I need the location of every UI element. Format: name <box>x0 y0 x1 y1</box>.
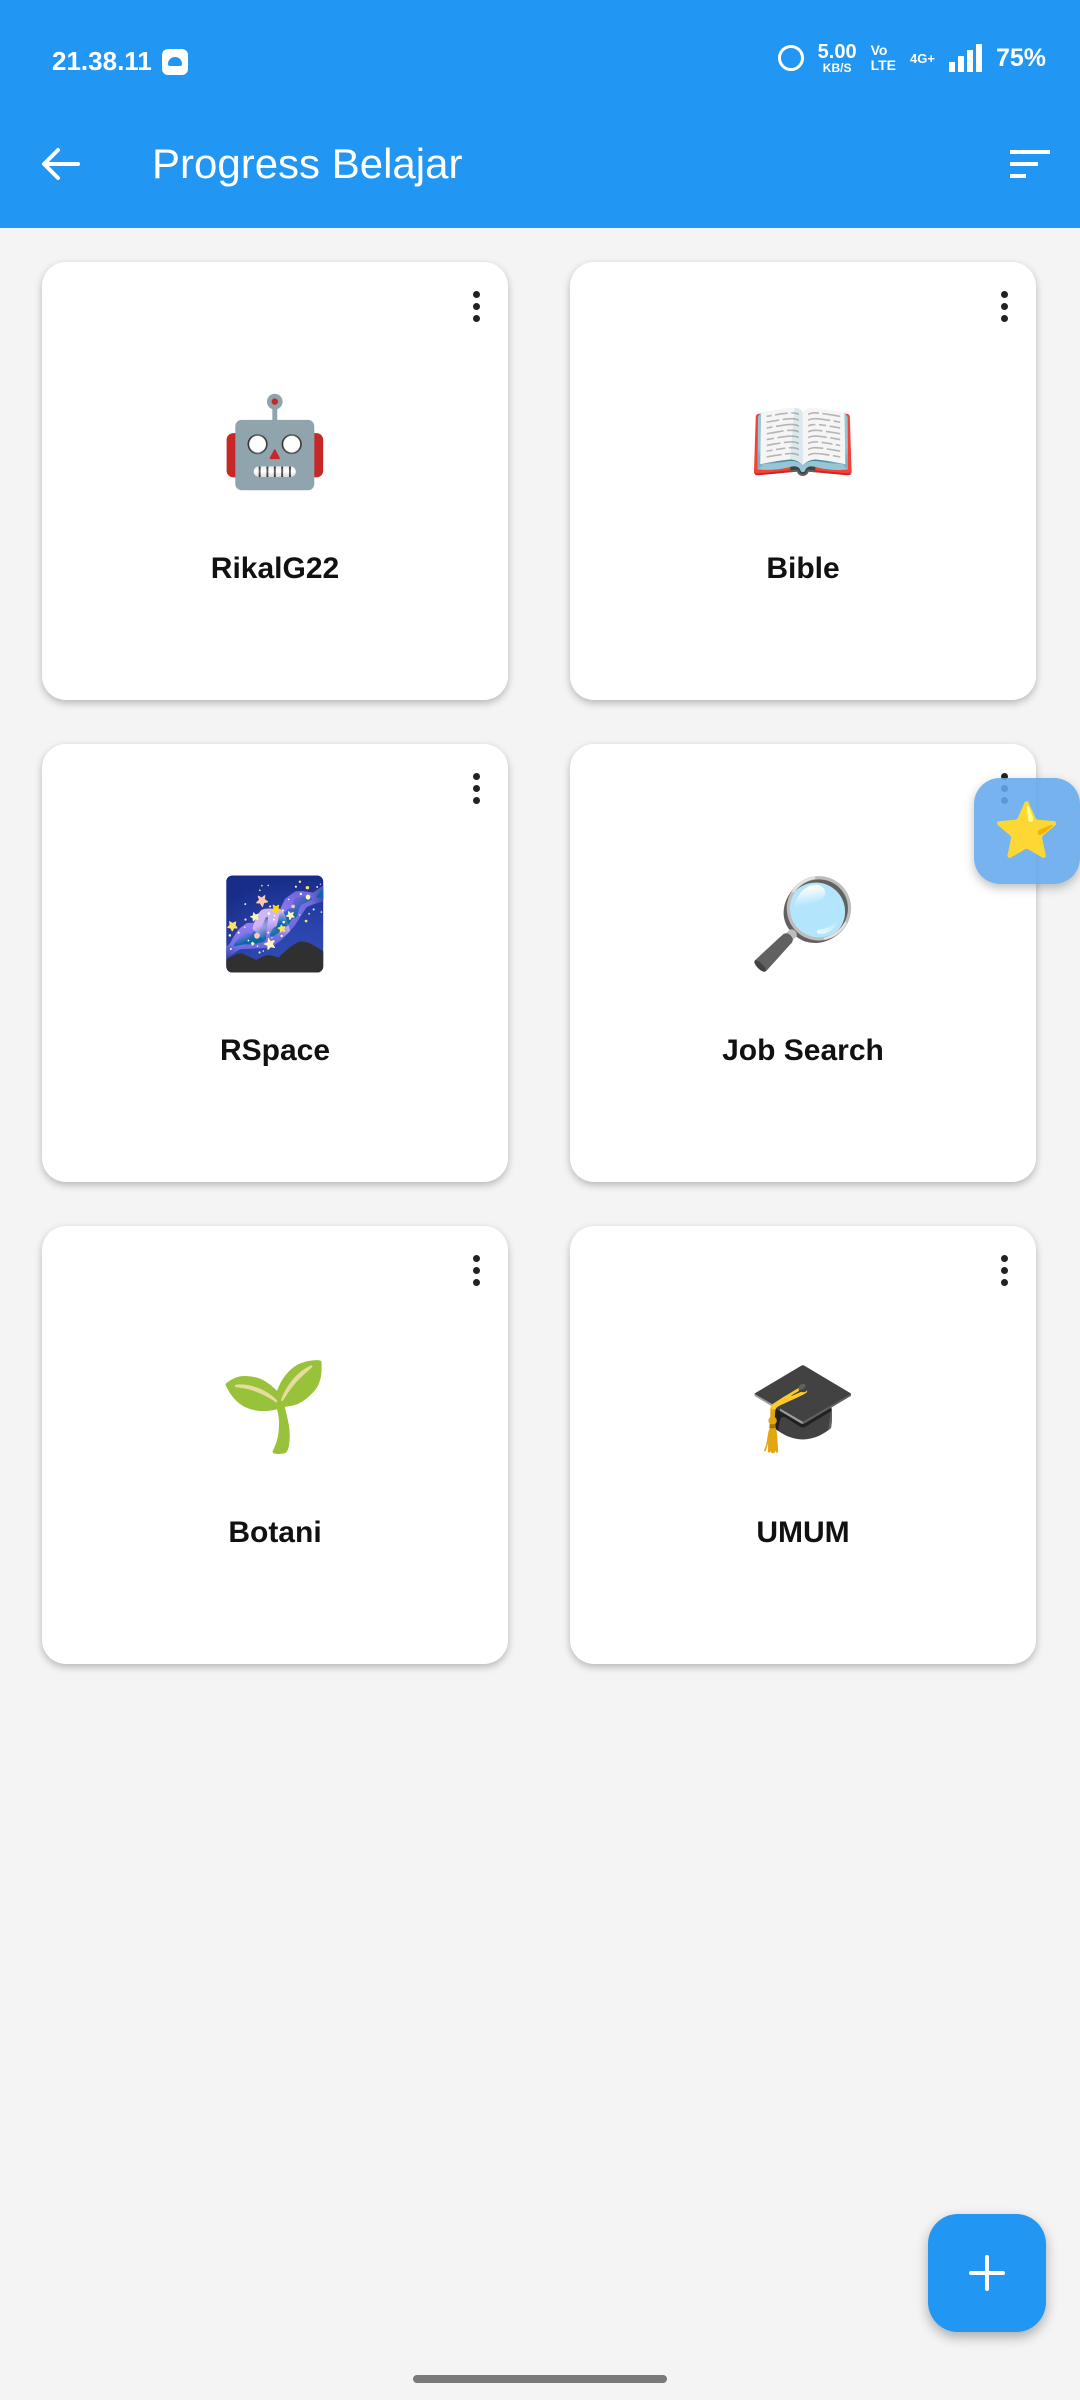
gesture-nav-handle[interactable] <box>413 2375 667 2383</box>
category-card[interactable]: 🌌 RSpace <box>42 744 508 1182</box>
open-book-icon: 📖 <box>748 392 858 491</box>
graduation-cap-icon: 🎓 <box>748 1356 858 1455</box>
more-vert-icon[interactable] <box>984 284 1024 328</box>
category-card[interactable]: 📖 Bible <box>570 262 1036 700</box>
seedling-icon: 🌱 <box>220 1356 330 1455</box>
add-button[interactable] <box>928 2214 1046 2332</box>
sort-icon[interactable] <box>998 132 1062 196</box>
plus-icon <box>969 2255 1005 2291</box>
volte-indicator: Vo LTE <box>870 42 897 73</box>
card-label: Job Search <box>722 1034 884 1067</box>
app-bar: 21.38.11 5.00 KB/S Vo LTE 4G+ 75% Progre… <box>0 0 1080 228</box>
category-card[interactable]: 🔎 Job Search <box>570 744 1036 1182</box>
card-label: RSpace <box>219 1034 331 1067</box>
card-label: UMUM <box>756 1516 850 1549</box>
network-speed: 5.00 KB/S <box>817 41 857 75</box>
magnifier-icon: 🔎 <box>748 874 858 973</box>
page-title: Progress Belajar <box>152 140 463 187</box>
status-time: 21.38.11 <box>52 46 152 76</box>
network-type: 4G+ <box>910 50 935 66</box>
more-vert-icon[interactable] <box>456 284 496 328</box>
battery-level: 75% <box>995 43 1046 72</box>
card-label: Botani <box>228 1516 322 1549</box>
star-icon: ⭐ <box>993 800 1061 861</box>
status-bar-right: 5.00 KB/S Vo LTE 4G+ 75% <box>777 41 1046 75</box>
robot-icon: 🤖 <box>220 392 330 491</box>
category-card[interactable]: 🎓 UMUM <box>570 1226 1036 1664</box>
category-card[interactable]: 🤖 RikalG22 <box>42 262 508 700</box>
favorite-star-button[interactable]: ⭐ <box>974 778 1080 884</box>
alarm-icon <box>777 45 804 71</box>
back-arrow-icon[interactable] <box>30 134 90 194</box>
more-vert-icon[interactable] <box>456 1248 496 1292</box>
more-vert-icon[interactable] <box>984 1248 1024 1292</box>
category-card[interactable]: 🌱 Botani <box>42 1226 508 1664</box>
card-label: RikalG22 <box>210 552 340 585</box>
android-notification-icon <box>161 48 188 75</box>
card-label: Bible <box>766 552 840 585</box>
status-bar-left: 21.38.11 <box>52 46 188 77</box>
signal-icon <box>948 44 982 72</box>
milky-way-icon: 🌌 <box>220 874 330 973</box>
more-vert-icon[interactable] <box>456 766 496 810</box>
